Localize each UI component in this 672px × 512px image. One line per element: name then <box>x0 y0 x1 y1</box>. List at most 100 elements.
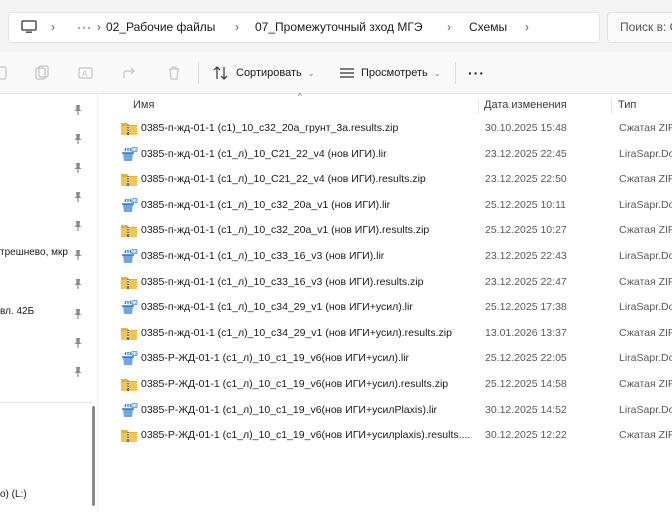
column-header-date[interactable]: Дата изменения <box>484 94 567 116</box>
file-date: 25.12.2025 22:05 <box>485 352 567 365</box>
lira-document-icon: 22 <box>120 402 138 418</box>
file-name[interactable]: 0385-п-жд-01-1 (с1_л)_10_с32_20а_v1 (нов… <box>141 193 471 218</box>
chevron-right-icon[interactable]: › <box>525 13 529 42</box>
delete-icon[interactable] <box>165 64 183 82</box>
file-name[interactable]: 0385-п-жд-01-1 (с1_л)_10_с34_29_v1 (нов … <box>141 321 471 346</box>
file-row[interactable]: 0385-п-жд-01-1 (с1_л)_10_с34_29_v1 (нов … <box>98 321 672 347</box>
cut-icon[interactable] <box>0 64 10 82</box>
file-type: Сжатая ZIP <box>619 224 672 237</box>
file-row[interactable]: 0385-Р-ЖД-01-1 (с1_л)_10_с1_19_v6(нов ИГ… <box>98 423 672 449</box>
file-name[interactable]: 0385-п-жд-01-1 (с1_л)_10_C21_22_v4 (нов … <box>141 167 471 192</box>
file-row[interactable]: 0385-п-жд-01-1 (с1_л)_10_с33_16_v3 (нов … <box>98 270 672 296</box>
zip-folder-icon <box>120 223 138 238</box>
file-type: LiraSapr.Do <box>619 147 672 160</box>
sort-ascending-icon: ^ <box>298 92 302 101</box>
file-row[interactable]: 22 0385-Р-ЖД-01-1 (с1_л)_10_с1_19_v6(нов … <box>98 346 672 372</box>
file-type: LiraSapr.Do <box>619 403 672 416</box>
command-bar: A Сортировать ⌄ Просмотреть ⌄ ··· <box>0 52 672 94</box>
file-row[interactable]: 22 0385-п-жд-01-1 (с1_л)_10_с33_16_v3 (но… <box>98 244 672 270</box>
file-date: 25.12.2025 17:38 <box>485 301 567 314</box>
share-icon[interactable] <box>121 64 139 82</box>
file-type: Сжатая ZIP <box>619 275 672 288</box>
nav-divider <box>0 402 92 403</box>
search-input[interactable]: Поиск в: С <box>607 12 672 43</box>
file-date: 23.12.2025 22:47 <box>485 275 567 288</box>
address-bar[interactable]: › ··· › 02_Рабочие файлы › 07_Промежуточ… <box>8 12 600 43</box>
nav-scrollbar[interactable] <box>92 406 95 506</box>
file-row[interactable]: 0385-Р-ЖД-01-1 (с1_л)_10_с1_19_v6(нов ИГ… <box>98 372 672 398</box>
file-row[interactable]: 0385-п-жд-01-1 (с1)_10_с32_20а_грунт_3а.… <box>98 116 672 142</box>
column-divider[interactable] <box>478 98 479 114</box>
address-bar-row: › ··· › 02_Рабочие файлы › 07_Промежуточ… <box>0 0 672 52</box>
lira-document-icon: 22 <box>120 197 138 213</box>
file-date: 13.01.2026 13:37 <box>485 326 567 339</box>
file-date: 30.12.2025 12:22 <box>485 429 567 442</box>
file-name[interactable]: 0385-п-жд-01-1 (с1_л)_10_с32_20а_v1 (нов… <box>141 218 471 243</box>
lira-document-icon: 22 <box>120 300 138 315</box>
pin-icon <box>73 308 83 320</box>
column-divider[interactable] <box>611 98 612 114</box>
zip-folder-icon <box>120 275 138 290</box>
breadcrumb-item[interactable]: 07_Промежуточный зход МГЭ <box>255 13 423 42</box>
file-row[interactable]: 22 0385-п-жд-01-1 (с1_л)_10_C21_22_v4 (но… <box>98 142 672 168</box>
copy-icon[interactable] <box>32 64 50 82</box>
chevron-right-icon[interactable]: › <box>447 13 451 42</box>
file-name[interactable]: 0385-п-жд-01-1 (с1_л)_10_с33_16_v3 (нов … <box>141 244 471 269</box>
more-options-button[interactable]: ··· <box>468 60 485 86</box>
file-type: Сжатая ZIP <box>619 122 672 134</box>
breadcrumb-more[interactable]: ··· <box>77 13 92 42</box>
file-type: Сжатая ZIP <box>619 378 672 390</box>
rename-icon[interactable]: A <box>77 64 95 82</box>
file-name[interactable]: 0385-п-жд-01-1 (с1)_10_с32_20а_грунт_3а.… <box>141 116 471 141</box>
zip-folder-icon <box>120 172 138 187</box>
file-date: 25.12.2025 10:11 <box>485 198 566 211</box>
file-row[interactable]: 0385-п-жд-01-1 (с1_л)_10_с32_20а_v1 (нов… <box>98 218 672 244</box>
sort-button-label: Сортировать <box>236 67 302 79</box>
svg-text:22: 22 <box>133 147 137 151</box>
breadcrumb-item[interactable]: 02_Рабочие файлы <box>106 13 215 42</box>
file-name[interactable]: 0385-п-жд-01-1 (с1_л)_10_с33_16_v3 (нов … <box>141 270 471 295</box>
sort-icon <box>212 64 230 82</box>
nav-item-label[interactable]: вл. 42Б <box>0 306 34 317</box>
file-type: LiraSapr.Do <box>619 301 672 314</box>
file-date: 23.12.2025 22:50 <box>485 173 567 186</box>
column-header-type[interactable]: Тип <box>618 94 636 116</box>
file-name[interactable]: 0385-Р-ЖД-01-1 (с1_л)_10_с1_19_v6(нов ИГ… <box>141 423 471 448</box>
file-date: 25.12.2025 10:27 <box>485 224 567 237</box>
file-row[interactable]: 22 0385-Р-ЖД-01-1 (с1_л)_10_с1_19_v6(нов … <box>98 398 672 424</box>
file-name[interactable]: 0385-Р-ЖД-01-1 (с1_л)_10_с1_19_v6(нов ИГ… <box>141 346 471 371</box>
svg-text:22: 22 <box>133 352 137 356</box>
pin-icon <box>73 191 83 203</box>
file-name[interactable]: 0385-Р-ЖД-01-1 (с1_л)_10_с1_19_v6(нов ИГ… <box>141 372 471 397</box>
file-name[interactable]: 0385-п-жд-01-1 (с1_л)_10_C21_22_v4 (нов … <box>141 142 471 167</box>
file-row[interactable]: 22 0385-п-жд-01-1 (с1_л)_10_с32_20а_v1 (н… <box>98 193 672 219</box>
sort-button[interactable]: Сортировать ⌄ <box>236 60 315 86</box>
pin-icon <box>73 278 83 290</box>
file-date: 23.12.2025 22:45 <box>485 147 567 160</box>
file-date: 25.12.2025 14:58 <box>485 378 567 390</box>
breadcrumb-item[interactable]: Схемы <box>469 13 507 42</box>
chevron-right-icon[interactable]: › <box>235 13 239 42</box>
file-name[interactable]: 0385-Р-ЖД-01-1 (с1_л)_10_с1_19_v6(нов ИГ… <box>141 398 471 423</box>
computer-icon[interactable] <box>21 20 37 34</box>
chevron-right-icon[interactable]: › <box>51 13 55 42</box>
pin-icon <box>73 249 83 261</box>
file-type: Сжатая ZIP <box>619 326 672 339</box>
chevron-right-icon[interactable]: › <box>97 13 101 42</box>
file-date: 23.12.2025 22:43 <box>485 250 567 262</box>
zip-folder-icon <box>120 428 138 443</box>
pin-icon <box>73 220 83 232</box>
pin-icon <box>73 104 83 116</box>
file-date: 30.10.2025 15:48 <box>485 122 567 134</box>
file-name[interactable]: 0385-п-жд-01-1 (с1_л)_10_с34_29_v1 (нов … <box>141 295 471 320</box>
chevron-down-icon: ⌄ <box>433 69 441 78</box>
nav-item-label[interactable]: трешнево, мкр <box>0 247 68 258</box>
file-type: LiraSapr.Do <box>619 250 672 262</box>
drive-item-label[interactable]: о) (L:) <box>0 489 27 500</box>
file-row[interactable]: 0385-п-жд-01-1 (с1_л)_10_C21_22_v4 (нов … <box>98 167 672 193</box>
view-button[interactable]: Просмотреть ⌄ <box>361 60 441 86</box>
pin-icon <box>73 133 83 145</box>
toolbar-divider <box>198 62 199 84</box>
file-row[interactable]: 22 0385-п-жд-01-1 (с1_л)_10_с34_29_v1 (но… <box>98 295 672 321</box>
column-header-name[interactable]: Имя <box>133 94 154 116</box>
